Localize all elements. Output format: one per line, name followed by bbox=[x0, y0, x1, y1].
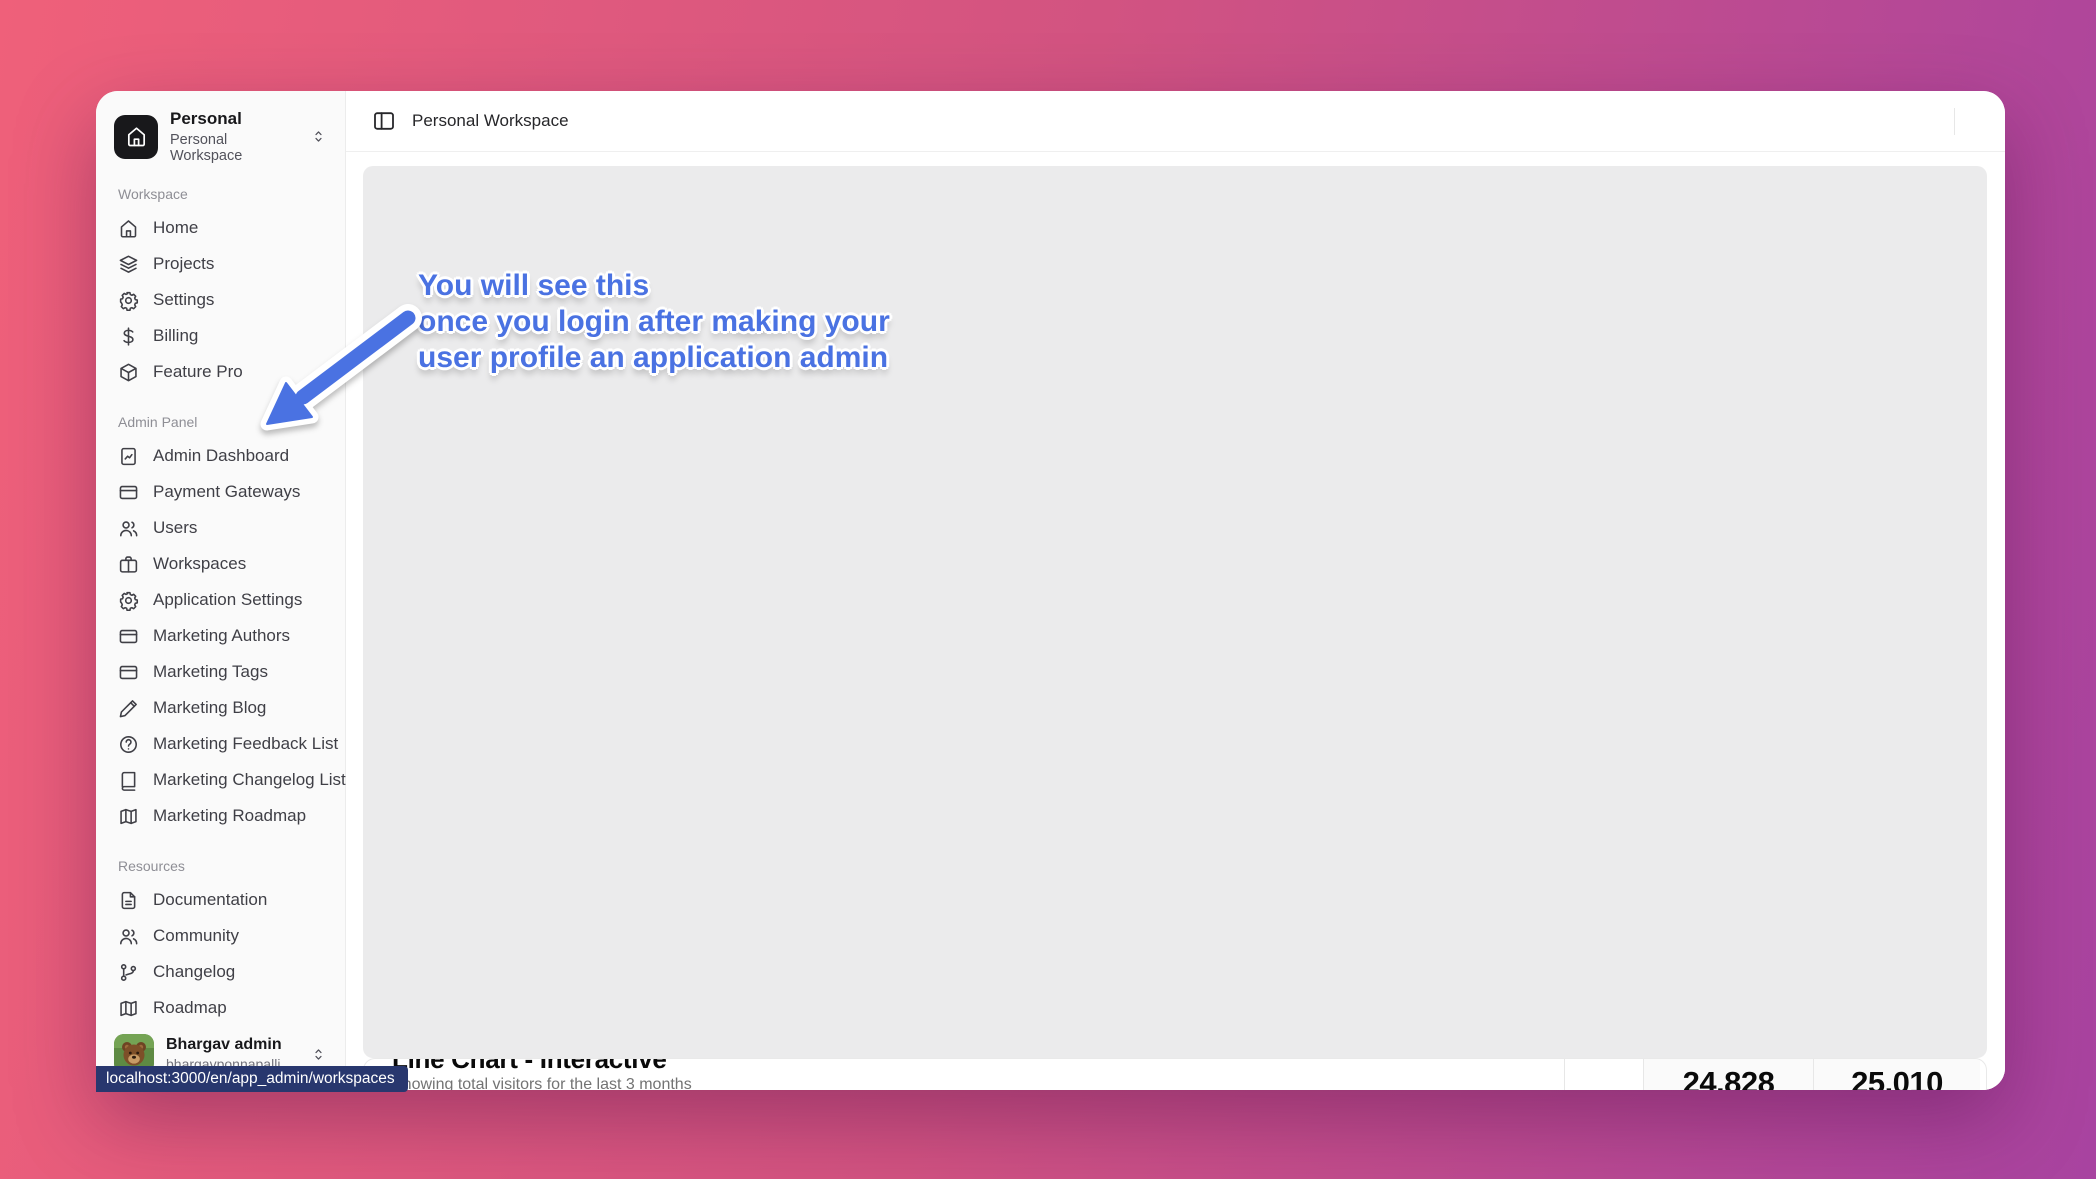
section-label-workspace: Workspace bbox=[118, 186, 323, 202]
home-icon bbox=[114, 115, 158, 159]
sidebar-item-marketing-tags[interactable]: Marketing Tags bbox=[110, 654, 331, 690]
sidebar-item-label: Workspaces bbox=[153, 554, 246, 574]
workspace-subtitle: Personal Workspace bbox=[170, 132, 298, 164]
sidebar-item-label: Marketing Changelog List bbox=[153, 770, 346, 790]
main-area: Personal Workspace Line Chart - Interact… bbox=[346, 91, 2005, 1090]
sidebar-item-marketing-feedback-list[interactable]: Marketing Feedback List bbox=[110, 726, 331, 762]
panel-left-icon bbox=[372, 109, 396, 133]
credit-card-icon bbox=[118, 662, 139, 683]
sidebar-item-roadmap[interactable]: Roadmap bbox=[110, 990, 331, 1026]
sidebar-item-label: Marketing Feedback List bbox=[153, 734, 338, 754]
gear-icon bbox=[118, 590, 139, 611]
stat-value: 24,828 bbox=[1683, 1065, 1775, 1090]
sidebar-item-documentation[interactable]: Documentation bbox=[110, 882, 331, 918]
sidebar-item-community[interactable]: Community bbox=[110, 918, 331, 954]
chevrons-up-down-icon bbox=[310, 1046, 327, 1063]
topbar: Personal Workspace bbox=[346, 91, 2005, 152]
sidebar-item-marketing-blog[interactable]: Marketing Blog bbox=[110, 690, 331, 726]
sidebar-item-label: Settings bbox=[153, 290, 214, 310]
chart-stat-button-2[interactable]: 25,010 bbox=[1813, 1059, 1980, 1090]
sidebar-item-label: Marketing Roadmap bbox=[153, 806, 306, 826]
git-branch-icon bbox=[118, 962, 139, 983]
line-chart-card: Line Chart - Interactive Showing total v… bbox=[363, 1058, 1987, 1090]
workspace-switcher[interactable]: Personal Personal Workspace bbox=[110, 107, 331, 166]
credit-card-icon bbox=[118, 626, 139, 647]
sidebar-item-label: Billing bbox=[153, 326, 198, 346]
sidebar-item-marketing-roadmap[interactable]: Marketing Roadmap bbox=[110, 798, 331, 834]
user-name: Bhargav admin bbox=[166, 1036, 298, 1054]
sidebar-item-users[interactable]: Users bbox=[110, 510, 331, 546]
section-label-resources: Resources bbox=[118, 858, 323, 874]
sidebar-item-label: Projects bbox=[153, 254, 214, 274]
layers-icon bbox=[118, 254, 139, 275]
annotation-line: once you login after making your bbox=[418, 304, 890, 340]
sidebar-nav: Workspace Home Projects Settings Billing Feat… bbox=[110, 166, 331, 1026]
map-icon bbox=[118, 998, 139, 1019]
sidebar-item-label: Users bbox=[153, 518, 197, 538]
book-icon bbox=[118, 770, 139, 791]
annotation-line: user profile an application admin bbox=[418, 340, 890, 376]
users-icon bbox=[118, 926, 139, 947]
sidebar-item-home[interactable]: Home bbox=[110, 210, 331, 246]
workspace-title: Personal bbox=[170, 109, 298, 129]
sidebar-item-changelog[interactable]: Changelog bbox=[110, 954, 331, 990]
sidebar-item-label: Payment Gateways bbox=[153, 482, 300, 502]
sidebar-item-marketing-changelog-list[interactable]: Marketing Changelog List bbox=[110, 762, 331, 798]
sidebar-item-label: Feature Pro bbox=[153, 362, 243, 382]
sidebar-item-label: Admin Dashboard bbox=[153, 446, 289, 466]
pen-icon bbox=[118, 698, 139, 719]
annotation-arrow bbox=[245, 300, 425, 440]
file-text-icon bbox=[118, 890, 139, 911]
credit-card-icon bbox=[118, 482, 139, 503]
users-icon bbox=[118, 518, 139, 539]
sidebar-item-label: Documentation bbox=[153, 890, 267, 910]
sidebar-item-application-settings[interactable]: Application Settings bbox=[110, 582, 331, 618]
desktop-background: Personal Personal Workspace Workspace Hom… bbox=[0, 0, 2096, 1179]
briefcase-icon bbox=[118, 554, 139, 575]
card-divider bbox=[1564, 1059, 1565, 1090]
sidebar-item-label: Roadmap bbox=[153, 998, 227, 1018]
sidebar-item-label: Changelog bbox=[153, 962, 235, 982]
workspace-switcher-text: Personal Personal Workspace bbox=[170, 109, 298, 164]
sidebar-item-label: Application Settings bbox=[153, 590, 302, 610]
chart-stat-button-1[interactable]: 24,828 bbox=[1643, 1059, 1813, 1090]
annotation-text: You will see this once you login after m… bbox=[418, 268, 890, 376]
status-url-tooltip: localhost:3000/en/app_admin/workspaces bbox=[96, 1066, 408, 1092]
gear-icon bbox=[118, 290, 139, 311]
sidebar-item-payment-gateways[interactable]: Payment Gateways bbox=[110, 474, 331, 510]
dollar-icon bbox=[118, 326, 139, 347]
sidebar-toggle-button[interactable] bbox=[372, 109, 396, 133]
sidebar: Personal Personal Workspace Workspace Hom… bbox=[96, 91, 346, 1090]
sidebar-item-label: Marketing Blog bbox=[153, 698, 266, 718]
sidebar-item-admin-dashboard[interactable]: Admin Dashboard bbox=[110, 438, 331, 474]
sidebar-item-label: Marketing Authors bbox=[153, 626, 290, 646]
sidebar-item-label: Marketing Tags bbox=[153, 662, 268, 682]
file-chart-icon bbox=[118, 446, 139, 467]
home-icon bbox=[118, 218, 139, 239]
sidebar-item-label: Community bbox=[153, 926, 239, 946]
sidebar-item-label: Home bbox=[153, 218, 198, 238]
map-icon bbox=[118, 806, 139, 827]
sidebar-item-workspaces[interactable]: Workspaces bbox=[110, 546, 331, 582]
help-circle-icon bbox=[118, 734, 139, 755]
stat-value: 25,010 bbox=[1851, 1065, 1943, 1090]
chevrons-up-down-icon bbox=[310, 128, 327, 145]
sidebar-item-marketing-authors[interactable]: Marketing Authors bbox=[110, 618, 331, 654]
topbar-separator bbox=[1954, 108, 1955, 135]
annotation-line: You will see this bbox=[418, 268, 890, 304]
package-icon bbox=[118, 362, 139, 383]
app-window: Personal Personal Workspace Workspace Hom… bbox=[96, 91, 2005, 1090]
sidebar-item-projects[interactable]: Projects bbox=[110, 246, 331, 282]
page-title: Personal Workspace bbox=[412, 111, 569, 131]
